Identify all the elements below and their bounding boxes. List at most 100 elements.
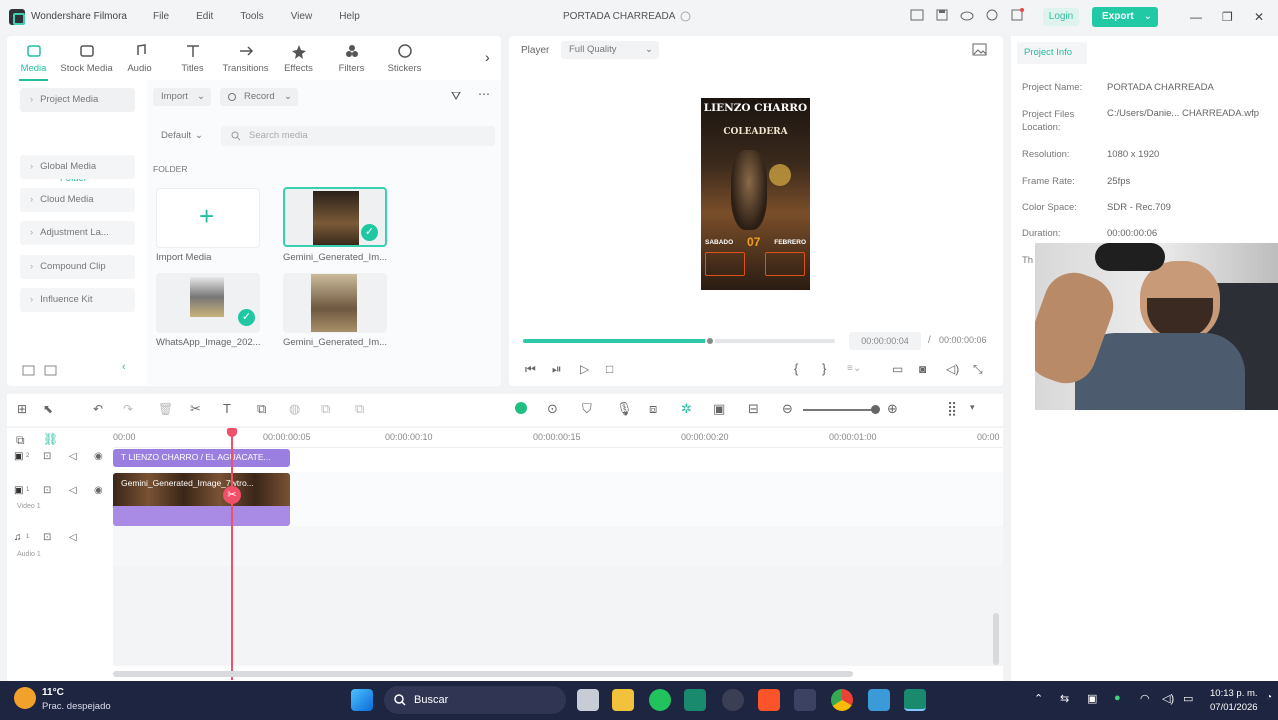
snap-icon[interactable]: ✲	[681, 401, 692, 417]
zoom-handle[interactable]	[871, 405, 880, 414]
export-button[interactable]: Export ⌄	[1092, 7, 1158, 27]
menu-file[interactable]: File	[153, 11, 169, 22]
horizontal-scrollbar[interactable]	[113, 671, 853, 677]
minimize-icon[interactable]: —	[1190, 10, 1202, 24]
snapshot-icon[interactable]	[972, 43, 987, 56]
restore-icon[interactable]: ❐	[1222, 10, 1233, 24]
track-mute-icon[interactable]: ◁	[69, 532, 77, 543]
more-options-icon[interactable]: ⋯	[478, 87, 490, 101]
layout-icon[interactable]	[910, 8, 924, 22]
sidebar-item-compound-clip[interactable]: Compound Clip	[20, 255, 135, 279]
shield-icon[interactable]: ⛉	[582, 401, 592, 417]
filter-icon[interactable]: ⛛	[451, 89, 461, 104]
task-view-icon[interactable]	[577, 689, 599, 711]
pip-icon[interactable]: ▣	[713, 401, 725, 417]
media-item[interactable]: ✓	[283, 187, 387, 247]
select-tool-icon[interactable]: ⬉	[43, 402, 53, 416]
search-input[interactable]: Search media	[221, 126, 495, 146]
tab-media[interactable]: Media	[7, 36, 60, 81]
notification-bell-icon[interactable]: ◔	[1266, 692, 1272, 703]
text-tool-icon[interactable]: T	[223, 401, 231, 416]
title-clip[interactable]: T LIENZO CHARRO / EL AGUACATE...	[113, 449, 290, 467]
filmora-taskbar-icon[interactable]	[684, 689, 706, 711]
camera-icon[interactable]: ◙	[919, 362, 926, 376]
track-lock-icon[interactable]: ⊡	[43, 451, 51, 462]
track-visibility-icon[interactable]: ◉	[94, 485, 103, 496]
track-lock-icon[interactable]: ⊡	[43, 532, 51, 543]
import-dropdown[interactable]: Import ⌄	[153, 88, 211, 106]
tray-app-icon[interactable]: ▣	[1087, 692, 1097, 705]
track-mute-icon[interactable]: ◁	[69, 451, 77, 462]
timeline-grid-icon[interactable]: ⣿	[947, 400, 957, 417]
color-icon[interactable]: ◍	[289, 401, 300, 417]
wifi-icon[interactable]: ◠	[1140, 692, 1150, 705]
cloud-icon[interactable]	[960, 8, 974, 22]
chevron-down-icon[interactable]: ⌄	[1144, 7, 1152, 27]
taskbar-search[interactable]: Buscar	[384, 686, 566, 714]
ai-icon[interactable]	[515, 402, 527, 414]
fullscreen-icon[interactable]: ⤡	[973, 362, 983, 377]
close-icon[interactable]: ✕	[1254, 10, 1264, 24]
chevron-down-icon[interactable]: ▾	[970, 402, 975, 413]
brave-icon[interactable]	[758, 689, 780, 711]
delete-icon[interactable]: 🗑	[158, 402, 173, 416]
video-clip[interactable]: Gemini_Generated_Image_7wtro...	[113, 473, 290, 526]
chrome-icon[interactable]	[831, 689, 853, 711]
track-lock-icon[interactable]: ⊡	[43, 485, 51, 496]
import-media-tile[interactable]: +	[156, 188, 260, 248]
chevron-up-icon[interactable]: ⌃	[1034, 692, 1043, 705]
tray-settings-icon[interactable]: ⇆	[1060, 692, 1069, 705]
weather-icon[interactable]	[14, 687, 36, 709]
volume-icon[interactable]: ◁)	[1162, 692, 1174, 705]
layout-grid-icon[interactable]: ⊞	[17, 402, 27, 416]
playback-progress-track[interactable]	[523, 336, 835, 346]
timeline-ruler[interactable]: 00:00 00:00:00:05 00:00:00:10 00:00:00:1…	[113, 428, 1003, 448]
previous-frame-icon[interactable]: ⏮	[525, 362, 536, 377]
sidebar-item-cloud-media[interactable]: Cloud Media	[20, 188, 135, 212]
undo-icon[interactable]: ↶	[93, 402, 103, 416]
file-explorer-icon[interactable]	[612, 689, 634, 711]
redo-icon[interactable]: ↷	[123, 402, 133, 416]
tab-stock-media[interactable]: Stock Media	[60, 36, 113, 81]
whatsapp-icon[interactable]	[649, 689, 671, 711]
rocket-icon[interactable]	[794, 689, 816, 711]
voiceover-icon[interactable]: ⧈	[649, 401, 657, 417]
media-item[interactable]	[283, 273, 387, 333]
group-icon[interactable]: ⧉	[321, 401, 330, 417]
collapse-sidebar-icon[interactable]: ‹	[122, 361, 126, 373]
zoom-out-icon[interactable]: ⊖	[782, 401, 793, 417]
tab-filters[interactable]: Filters	[325, 36, 378, 81]
login-button[interactable]: Login	[1043, 8, 1079, 26]
microphone-icon[interactable]: ●	[1114, 692, 1121, 704]
track-mute-icon[interactable]: ◁	[69, 485, 77, 496]
chevron-right-icon[interactable]: ›	[485, 49, 490, 65]
filmora-active-icon[interactable]	[904, 689, 926, 711]
sidebar-item-adjustment-layer[interactable]: Adjustment La...	[20, 221, 135, 245]
scissors-icon[interactable]: ✂	[190, 401, 201, 417]
folder-icon[interactable]	[44, 364, 58, 376]
mark-in-icon[interactable]: {	[794, 361, 798, 376]
photos-icon[interactable]	[868, 689, 890, 711]
battery-icon[interactable]: ▭	[1183, 692, 1193, 705]
quality-dropdown[interactable]: Full Quality ⌄	[561, 41, 659, 59]
sidebar-item-global-media[interactable]: Global Media	[20, 155, 135, 179]
new-folder-icon[interactable]	[22, 364, 36, 376]
scissors-icon[interactable]: ✂	[223, 486, 241, 504]
playback-handle[interactable]	[705, 336, 716, 346]
notification-icon[interactable]	[1010, 8, 1024, 22]
sidebar-item-project-media[interactable]: Project Media	[20, 88, 135, 112]
start-icon[interactable]	[351, 689, 373, 711]
marker-icon[interactable]: ≡⌄	[847, 363, 861, 374]
support-icon[interactable]	[985, 8, 999, 22]
tab-titles[interactable]: Titles	[166, 36, 219, 81]
crop-icon[interactable]: ⧉	[257, 401, 266, 417]
tab-effects[interactable]: Effects	[272, 36, 325, 81]
track-visibility-icon[interactable]: ◉	[94, 451, 103, 462]
add-track-icon[interactable]: ⧉	[16, 433, 25, 448]
sort-dropdown[interactable]: Default ⌄	[153, 127, 209, 145]
media-item[interactable]: ✓	[156, 273, 260, 333]
ungroup-icon[interactable]: ⧉	[355, 401, 364, 417]
render-icon[interactable]: ⊙	[547, 401, 558, 417]
subtitle-icon[interactable]: ⊟	[748, 401, 759, 417]
playhead-handle[interactable]	[227, 428, 237, 437]
